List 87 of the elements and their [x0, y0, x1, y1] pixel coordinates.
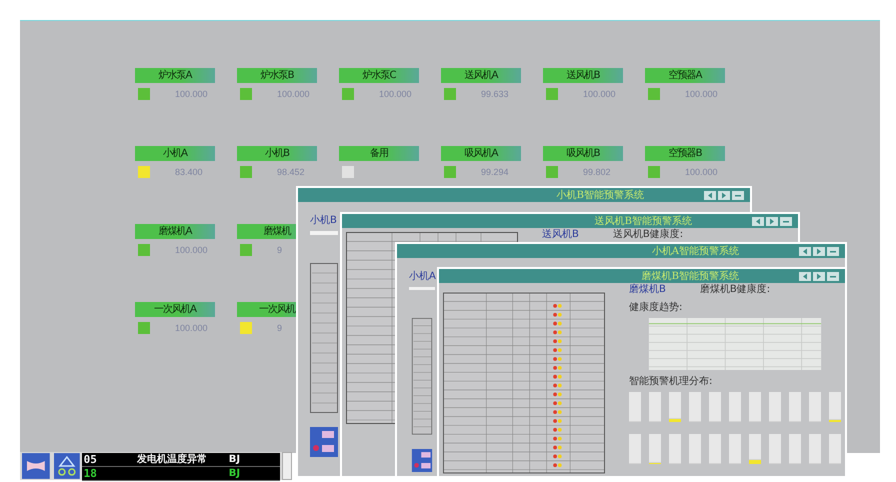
unit-label: 小机A	[135, 146, 215, 161]
unit-label: 送风机A	[441, 68, 521, 83]
bar-meter	[829, 434, 841, 464]
forward-icon[interactable]	[718, 190, 730, 200]
minimize-icon[interactable]	[780, 216, 792, 226]
bar-meter	[669, 392, 681, 422]
minimize-icon[interactable]	[827, 272, 839, 280]
window-title: 小机B智能预警系统	[556, 188, 644, 202]
unit-value: 100.000	[379, 89, 412, 99]
unit-value: 99.294	[481, 167, 509, 177]
rotor-icon[interactable]	[22, 453, 50, 479]
unit-value: 100.000	[685, 89, 718, 99]
bar-meter	[769, 434, 781, 464]
forward-icon[interactable]	[813, 272, 825, 280]
unit-label: 空预器A	[645, 68, 725, 83]
unit-value: 98.452	[277, 167, 305, 177]
forward-icon[interactable]	[813, 246, 825, 256]
back-icon[interactable]	[752, 216, 764, 226]
bar-meter	[649, 392, 661, 422]
alarm-type: BJ	[228, 466, 240, 480]
back-icon[interactable]	[704, 190, 716, 200]
minimize-icon[interactable]	[732, 190, 744, 200]
unit-label: 磨煤机A	[135, 224, 215, 239]
machine-name: 小机A	[409, 271, 435, 283]
bar-meter	[749, 392, 761, 422]
bar-meter	[709, 392, 721, 422]
alarm-text: 发电机温度异常	[136, 452, 207, 466]
window-title: 小机A智能预警系统	[652, 244, 739, 258]
forward-icon[interactable]	[766, 216, 778, 226]
bar-meter	[809, 434, 821, 464]
window-title: 磨煤机B智能预警系统	[642, 270, 739, 283]
unit-value: 100.000	[583, 89, 616, 99]
health-label: 磨煤机B健康度:	[700, 284, 770, 296]
unit-value: 99.802	[583, 167, 611, 177]
bar-meter	[669, 434, 681, 464]
unit-label: 吸风机B	[543, 146, 623, 161]
bar-meter	[789, 392, 801, 422]
unit-value: 9	[277, 245, 282, 255]
minimize-icon[interactable]	[827, 246, 839, 256]
health-label: 送风机B健康度:	[612, 229, 684, 241]
bar-meter	[709, 434, 721, 464]
alarm-type: BJ	[228, 452, 240, 466]
scrollbar[interactable]	[282, 452, 292, 480]
bar-meter	[689, 434, 701, 464]
input-field[interactable]	[310, 231, 338, 235]
machine-name: 小机B	[310, 215, 338, 227]
bar-meter	[789, 434, 801, 464]
section-title: 智能预警机理分布:	[629, 374, 714, 388]
toolbar-icon[interactable]	[310, 427, 338, 457]
unit-label: 炉水泵B	[237, 68, 317, 83]
machine-name: 送风机B	[542, 229, 579, 241]
unit-label: 空预器B	[645, 146, 725, 161]
unit-label: 送风机B	[543, 68, 623, 83]
bar-meter	[689, 392, 701, 422]
bar-meter	[649, 434, 661, 464]
unit-label: 吸风机A	[441, 146, 521, 161]
unit-label: 备用	[339, 146, 419, 161]
bar-meter	[729, 434, 741, 464]
unit-label: 炉水泵A	[135, 68, 215, 83]
back-icon[interactable]	[799, 272, 811, 280]
unit-label: 小机B	[237, 146, 317, 161]
machine-name: 磨煤机B	[629, 284, 666, 296]
unit-label: 炉水泵C	[339, 68, 419, 83]
unit-value: 100.000	[175, 323, 208, 333]
unit-value: 100.000	[277, 89, 310, 99]
bar-meter	[829, 392, 841, 422]
bar-meter	[769, 392, 781, 422]
bar-meter	[749, 434, 761, 464]
bar-meter	[729, 392, 741, 422]
alarm-code: 18	[84, 466, 97, 480]
window-title: 送风机B智能预警系统	[594, 214, 692, 228]
input-field[interactable]	[409, 287, 435, 290]
section-title: 健康度趋势:	[629, 300, 684, 314]
bar-meter	[629, 434, 641, 464]
bar-meter	[809, 392, 821, 422]
alarm-code: 05	[84, 452, 97, 466]
unit-value: 99.633	[481, 89, 509, 99]
network-icon[interactable]	[54, 453, 80, 479]
toolbar-icon[interactable]	[409, 448, 435, 472]
unit-value: 100.000	[175, 245, 208, 255]
unit-label: 一次风机A	[135, 302, 215, 317]
unit-value: 100.000	[685, 167, 718, 177]
unit-value: 9	[277, 323, 282, 333]
back-icon[interactable]	[799, 246, 811, 256]
unit-value: 100.000	[175, 89, 208, 99]
bar-meter	[629, 392, 641, 422]
unit-value: 83.400	[175, 167, 203, 177]
